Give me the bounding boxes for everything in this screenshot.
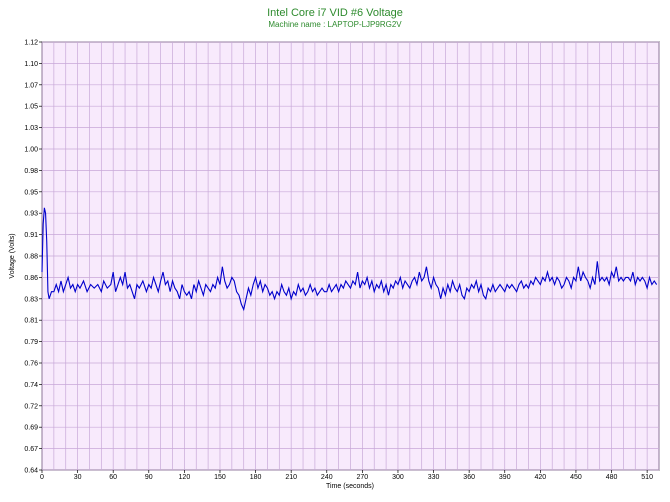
y-axis-title: Voltage (Volts)	[9, 233, 16, 278]
y-tick-label: 1.00	[24, 147, 38, 154]
y-tick-label: 0.64	[24, 468, 38, 475]
x-axis-ticks: 0 30 60 90 120 150 180 210 240 270 300 330 360 390 420…	[40, 470, 653, 481]
x-tick-label: 270	[357, 474, 369, 481]
chart-title: Intel Core i7 VID #6 Voltage	[267, 7, 403, 19]
y-tick-label: 1.12	[24, 40, 38, 47]
y-tick-label: 0.86	[24, 275, 38, 282]
x-tick-label: 0	[40, 474, 44, 481]
x-tick-label: 390	[499, 474, 511, 481]
y-tick-label: 0.69	[24, 425, 38, 432]
x-axis-title: Time (seconds)	[326, 483, 374, 490]
y-tick-label: 0.83	[24, 296, 38, 303]
y-tick-label: 1.10	[24, 61, 38, 68]
y-tick-label: 0.67	[24, 446, 38, 453]
x-tick-label: 60	[109, 474, 117, 481]
y-tick-label: 0.88	[24, 254, 38, 261]
x-tick-label: 210	[285, 474, 297, 481]
y-tick-label: 0.74	[24, 382, 38, 389]
y-tick-label: 0.98	[24, 168, 38, 175]
x-tick-label: 120	[179, 474, 191, 481]
x-tick-label: 480	[606, 474, 618, 481]
y-axis-ticks: 0.64 0.67 0.69 0.72 0.74 0.76 0.79 0.81 0.83 0.86…	[24, 40, 42, 475]
voltage-chart: Intel Core i7 VID #6 Voltage Machine nam…	[9, 7, 660, 490]
y-tick-label: 0.93	[24, 211, 38, 218]
y-tick-label: 0.79	[24, 339, 38, 346]
y-tick-label: 0.95	[24, 189, 38, 196]
x-tick-label: 300	[392, 474, 404, 481]
x-tick-label: 510	[641, 474, 653, 481]
y-tick-label: 1.05	[24, 104, 38, 111]
y-tick-label: 1.03	[24, 125, 38, 132]
x-tick-label: 150	[214, 474, 226, 481]
x-tick-label: 360	[463, 474, 475, 481]
y-tick-label: 1.07	[24, 82, 38, 89]
x-tick-label: 240	[321, 474, 333, 481]
x-tick-label: 420	[535, 474, 547, 481]
x-tick-label: 30	[74, 474, 82, 481]
chart-subtitle: Machine name : LAPTOP-LJP9RG2V	[268, 20, 402, 29]
x-tick-label: 90	[145, 474, 153, 481]
y-tick-label: 0.72	[24, 403, 38, 410]
x-tick-label: 450	[570, 474, 582, 481]
grid-lines	[41, 41, 660, 471]
y-tick-label: 0.91	[24, 232, 38, 239]
y-tick-label: 0.76	[24, 361, 38, 368]
x-tick-label: 180	[250, 474, 262, 481]
x-tick-label: 330	[428, 474, 440, 481]
y-tick-label: 0.81	[24, 318, 38, 325]
